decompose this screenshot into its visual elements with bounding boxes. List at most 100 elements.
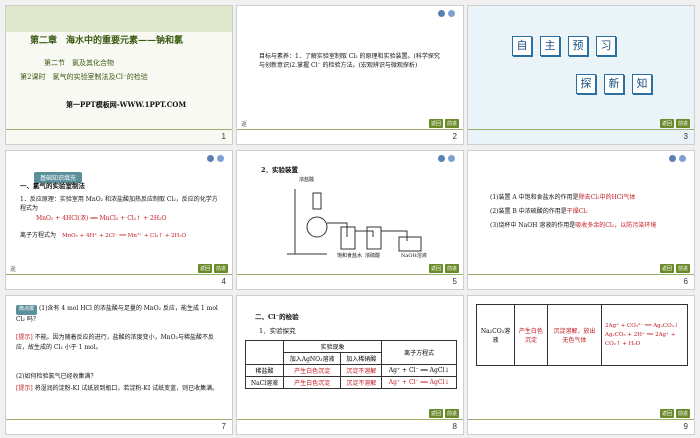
prev-button[interactable]: 返回: [659, 119, 674, 128]
slide-9[interactable]: Na₂CO₃溶液 产生白色沉淀 沉淀溶解，放出无色气体 2Ag⁺ + CO₃²⁻…: [467, 295, 695, 435]
slide-nav: 返回 前进: [197, 264, 228, 273]
bottom-bar: [237, 274, 463, 275]
slide-8[interactable]: 二、Cl⁻的检验 1．实验探究 实验现象 离子方程式 加入AgNO₃溶液 加入稀硝酸…: [236, 295, 464, 435]
tip-tag: 微点拨: [16, 305, 38, 315]
slide-2[interactable]: 目标与素养：1．了解实验室制取 Cl₂ 的原理和实验装置。(科学探究与创新意识)…: [236, 5, 464, 145]
slide-nav: 返回 前进: [428, 409, 459, 418]
next-button[interactable]: 前进: [213, 264, 228, 273]
answer-b: 干燥Cl₂: [566, 208, 588, 215]
label-h2so4: 浓硫酸: [365, 253, 381, 259]
corner-cell: [245, 340, 284, 365]
top-dots: [438, 10, 455, 17]
prev-button[interactable]: 返回: [659, 409, 674, 418]
slide-number: 2: [452, 132, 457, 141]
table-row: NaCl溶液 产生白色沉淀 沉淀不溶解 Ag⁺ + Cl⁻ ══ AgCl↓: [245, 376, 457, 389]
slide-number: 7: [221, 422, 226, 431]
table-row: Na₂CO₃溶液 产生白色沉淀 沉淀溶解，放出无色气体 2Ag⁺ + CO₃²⁻…: [475, 304, 688, 366]
slide-nav: 返回 前进: [659, 119, 690, 128]
sub-heading: 1．实验探究: [259, 327, 296, 335]
tip-question-2: (2)如何检验氯气已经收集满？: [16, 373, 97, 380]
question-b: (2)装置 B 中浓硫酸的作用是干燥Cl₂: [490, 208, 588, 215]
slide-number: 5: [452, 277, 457, 286]
question-c: (3)烧杯中 NaOH 溶液的作用是吸收多余的Cl₂，以防污染环境: [490, 222, 657, 229]
slide-number: 3: [683, 132, 688, 141]
results-table: 实验现象 离子方程式 加入AgNO₃溶液 加入稀硝酸 稀盐酸 产生白色沉淀 沉淀不溶解 A…: [245, 340, 457, 389]
bottom-bar: [468, 419, 694, 420]
slide-number: 9: [683, 422, 688, 431]
tip-answer-2: [提示] 将湿润的淀粉-KI 试纸放到瓶口，若淀粉-KI 试纸变蓝，则已收集满。: [16, 385, 219, 392]
next-button[interactable]: 前进: [444, 119, 459, 128]
site-label: 第一PPT模板网-WWW.1PPT.COM: [66, 100, 187, 109]
ionic-label: 离子方程式为: [20, 232, 57, 239]
slide-6[interactable]: (1)装置 A 中饱和食盐水的作用是除去Cl₂中的HCl气体 (2)装置 B 中…: [467, 150, 695, 290]
slide-number: 1: [221, 132, 226, 141]
heading: 2．实验装置: [261, 166, 299, 174]
next-button[interactable]: 前进: [675, 119, 690, 128]
top-dots: [438, 155, 455, 162]
subheading: 一、氯气的实验室制法: [20, 182, 85, 190]
label-brine: 饱和食盐水: [337, 253, 363, 259]
tip-answer-1: [提示] 不能。因为随着反应的进行，盐酸的浓度变小，MnO₂与稀盐酸不反应，故生…: [16, 334, 214, 351]
label-naoh: NaOH溶液: [401, 253, 427, 259]
next-button[interactable]: 前进: [444, 409, 459, 418]
top-dots: [669, 155, 686, 162]
char-box: 预: [568, 36, 588, 56]
heading-row-2: 探新知: [572, 72, 656, 94]
next-button[interactable]: 前进: [675, 409, 690, 418]
back-label[interactable]: 返: [241, 119, 247, 128]
bottom-bar: [468, 274, 694, 275]
prev-button[interactable]: 返回: [428, 264, 443, 273]
slide-nav: 返回 前进: [428, 264, 459, 273]
bottom-bar: [468, 129, 694, 130]
char-box: 探: [576, 74, 596, 94]
equation-1: MnO₂ + 4HCl(浓) ══ MnCl₂ + Cl₂↑ + 2H₂O: [36, 215, 167, 222]
section-title: 第二节 氯及其化合物: [44, 59, 114, 67]
th-agno3: 加入AgNO₃溶液: [282, 352, 342, 365]
prev-button[interactable]: 返回: [428, 409, 443, 418]
bottom-bar: [6, 419, 232, 420]
slide-4[interactable]: 基础知识填充 一、氯气的实验室制法 1．反应原理：实验室用 MnO₂ 和浓盐酸加…: [5, 150, 233, 290]
back-label[interactable]: 返: [10, 264, 16, 273]
answer-a: 除去Cl₂中的HCl气体: [578, 194, 636, 201]
slide-1[interactable]: 第二章 海水中的重要元素——钠和氯 第二节 氯及其化合物 第2课时 氯气的实验室…: [5, 5, 233, 145]
lesson-title: 第2课时 氯气的实验室制法及Cl⁻的检验: [20, 73, 148, 81]
label-acid: 浓盐酸: [299, 177, 315, 183]
slide-7[interactable]: 微点拨 (1)含有 4 mol HCl 的浓盐酸与足量的 MnO₂ 反应，能生成…: [5, 295, 233, 435]
bottom-bar: [6, 129, 232, 130]
next-button[interactable]: 前进: [444, 264, 459, 273]
slide-number: 8: [452, 422, 457, 431]
equation-2: MnO₂ + 4H⁺ + 2Cl⁻ ══ Mn²⁺ + Cl₂↑ + 2H₂O: [62, 233, 187, 239]
slide-3[interactable]: 自主预习 探新知 返回 前进 3: [467, 5, 695, 145]
slide-5[interactable]: 2．实验装置 浓盐酸 饱和食盐水 浓硫酸 NaOH溶液 返回 前进 5: [236, 150, 464, 290]
bottom-bar: [237, 129, 463, 130]
chapter-title: 第二章 海水中的重要元素——钠和氯: [30, 36, 184, 46]
prev-button[interactable]: 返回: [659, 264, 674, 273]
char-box: 自: [512, 36, 532, 56]
th-phenomenon: 实验现象: [282, 340, 383, 353]
results-table-cont: Na₂CO₃溶液 产生白色沉淀 沉淀溶解，放出无色气体 2Ag⁺ + CO₃²⁻…: [475, 304, 688, 366]
answer-c: 吸收多余的Cl₂，以防污染环境: [575, 222, 657, 229]
table-row: 稀盐酸 产生白色沉淀 沉淀不溶解 Ag⁺ + Cl⁻ ══ AgCl↓: [245, 364, 457, 377]
tip-question-1: 微点拨 (1)含有 4 mol HCl 的浓盐酸与足量的 MnO₂ 反应，能生成…: [16, 305, 218, 323]
char-box: 新: [604, 74, 624, 94]
prev-button[interactable]: 返回: [197, 264, 212, 273]
bottom-bar: [6, 274, 232, 275]
slide-nav: 返回 前进: [428, 119, 459, 128]
th-equation: 离子方程式: [381, 340, 457, 365]
slide-nav: 返回 前进: [659, 264, 690, 273]
heading-row-1: 自主预习: [508, 34, 620, 56]
top-dots: [207, 155, 224, 162]
title-band: [6, 6, 232, 32]
goal-text: 目标与素养：1．了解实验室制取 Cl₂ 的原理和实验装置。(科学探究与创新意识)…: [259, 53, 440, 69]
bottom-bar: [237, 419, 463, 420]
principle-text: 1．反应原理：实验室用 MnO₂ 和浓盐酸加热反应制取 Cl₂，反应的化学方程式…: [20, 196, 218, 212]
th-hno3: 加入稀硝酸: [340, 352, 383, 365]
next-button[interactable]: 前进: [675, 264, 690, 273]
section-heading: 二、Cl⁻的检验: [255, 313, 299, 321]
prev-button[interactable]: 返回: [428, 119, 443, 128]
slide-number: 4: [221, 277, 226, 286]
slide-number: 6: [683, 277, 688, 286]
slide-nav: 返回 前进: [659, 409, 690, 418]
char-box: 主: [540, 36, 560, 56]
char-box: 知: [632, 74, 652, 94]
